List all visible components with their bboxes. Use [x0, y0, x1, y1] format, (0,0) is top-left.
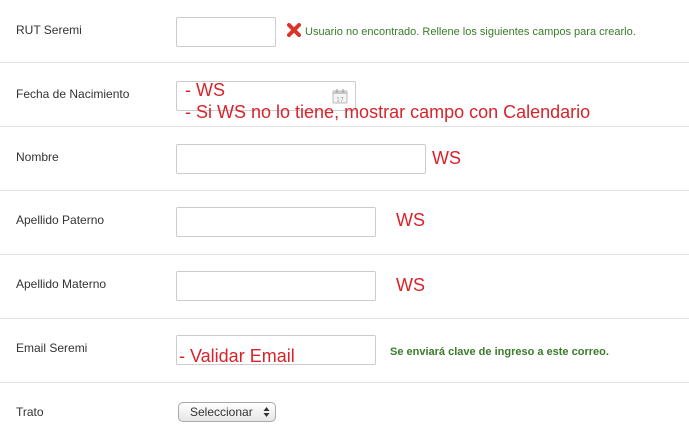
rut-label: RUT Seremi — [16, 23, 82, 37]
apellido-paterno-note: WS — [396, 210, 425, 230]
email-note: - Validar Email — [179, 346, 295, 366]
apellido-materno-label: Apellido Materno — [16, 277, 107, 291]
row-apellido-materno: Apellido Materno WS — [0, 255, 689, 319]
close-x-icon — [287, 23, 301, 37]
nombre-note: WS — [432, 148, 461, 168]
apellido-paterno-label: Apellido Paterno — [16, 213, 105, 227]
apellido-materno-note: WS — [396, 275, 425, 295]
email-label: Email Seremi — [16, 341, 88, 355]
birthdate-note-1: - WS — [185, 80, 225, 100]
row-nombre: Nombre WS — [0, 127, 689, 191]
email-info-message: Se enviará clave de ingreso a este corre… — [390, 346, 609, 358]
nombre-label: Nombre — [16, 150, 59, 164]
apellido-materno-input[interactable] — [176, 271, 376, 301]
nombre-input[interactable] — [176, 144, 426, 174]
row-rut: RUT Seremi Usuario no encontrado. Rellen… — [0, 0, 689, 63]
row-apellido-paterno: Apellido Paterno WS — [0, 191, 689, 255]
row-birthdate: Fecha de Nacimiento 17 - WS - Si WS no l… — [0, 63, 689, 127]
birthdate-label: Fecha de Nacimiento — [16, 87, 130, 101]
birthdate-note-2: - Si WS no lo tiene, mostrar campo con C… — [185, 102, 591, 122]
trato-selected-value: Seleccionar — [190, 405, 253, 419]
rut-error-message: Usuario no encontrado. Rellene los sigui… — [305, 26, 636, 38]
apellido-paterno-input[interactable] — [176, 207, 376, 237]
trato-select[interactable]: Seleccionar — [178, 402, 276, 422]
rut-input[interactable] — [176, 17, 276, 47]
select-arrows-icon — [263, 407, 270, 417]
row-email: Email Seremi - Validar Email Se enviará … — [0, 319, 689, 383]
trato-label: Trato — [16, 405, 44, 419]
